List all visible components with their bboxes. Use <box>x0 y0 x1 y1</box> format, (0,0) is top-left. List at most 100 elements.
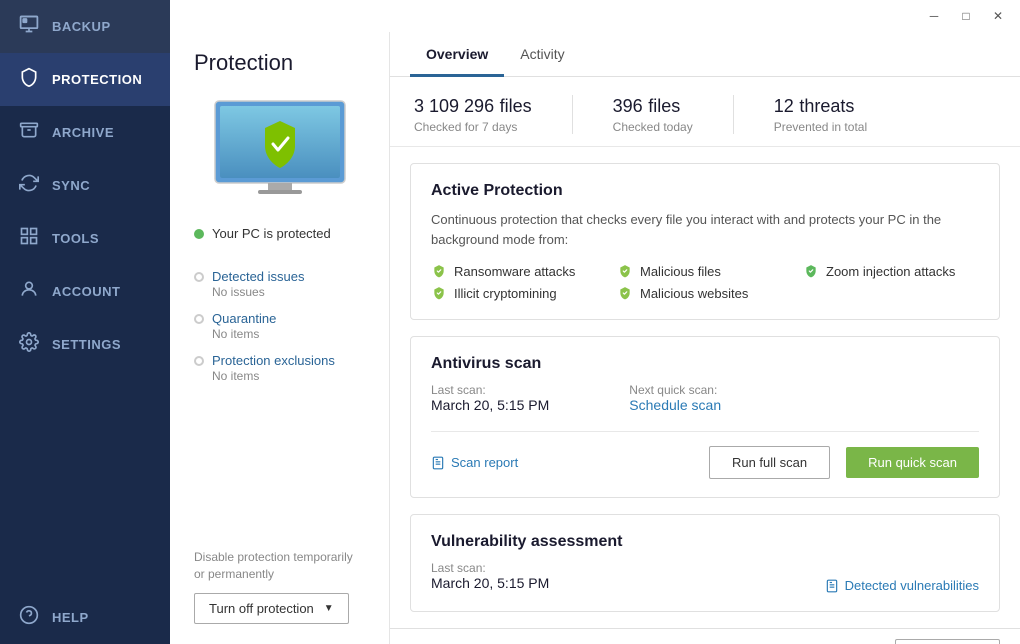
stat-divider-1 <box>572 95 573 134</box>
monitor-image <box>170 86 389 220</box>
feature-label-malicious-files: Malicious files <box>640 264 721 279</box>
shield-yellow-icon-4 <box>617 285 633 301</box>
feature-label-cryptomining: Illicit cryptomining <box>454 286 557 301</box>
content-area: Protection <box>170 32 1020 644</box>
feature-label-zoom: Zoom injection attacks <box>826 264 955 279</box>
tools-icon <box>18 226 40 251</box>
sidebar-item-sync[interactable]: SYNC <box>0 159 170 212</box>
antivirus-scan-title: Antivirus scan <box>431 355 979 373</box>
sidebar-item-protection[interactable]: PROTECTION <box>0 53 170 106</box>
run-quick-scan-button[interactable]: Run quick scan <box>846 447 979 478</box>
protected-badge: Your PC is protected <box>170 220 389 255</box>
active-protection-desc: Continuous protection that checks every … <box>431 210 979 249</box>
main-area: ─ □ ✕ Protection <box>170 0 1020 644</box>
shield-yellow-icon-1 <box>431 263 447 279</box>
detected-issues-sub: No issues <box>212 285 365 299</box>
shield-yellow-icon-2 <box>617 263 633 279</box>
scan-actions: Scan report Run full scan Run quick scan <box>431 431 979 479</box>
tab-overview[interactable]: Overview <box>410 32 504 77</box>
sidebar-item-label-account: ACCOUNT <box>52 284 121 299</box>
detected-vulnerabilities-link[interactable]: Detected vulnerabilities <box>825 578 979 593</box>
sidebar-item-label-settings: SETTINGS <box>52 337 121 352</box>
settings-button[interactable]: Settings <box>895 639 1000 644</box>
turn-off-button[interactable]: Turn off protection ▼ <box>194 593 349 624</box>
feature-zoom-injection: Zoom injection attacks <box>803 263 979 279</box>
active-protection-title: Active Protection <box>431 182 979 200</box>
turn-off-label: Turn off protection <box>209 601 314 616</box>
last-scan-date: March 20, 5:15 PM <box>431 397 549 413</box>
archive-icon <box>18 120 40 145</box>
sidebar-item-tools[interactable]: TOOLS <box>0 212 170 265</box>
protection-icon <box>18 67 40 92</box>
titlebar: ─ □ ✕ <box>170 0 1020 32</box>
scan-report-link[interactable]: Scan report <box>431 455 518 470</box>
bottom-bar: Settings <box>390 628 1020 644</box>
tab-activity[interactable]: Activity <box>504 32 580 77</box>
vuln-last-scan-info: Last scan: March 20, 5:15 PM <box>431 561 549 593</box>
run-full-scan-button[interactable]: Run full scan <box>709 446 830 479</box>
minimize-button[interactable]: ─ <box>920 5 948 27</box>
feature-cryptomining: Illicit cryptomining <box>431 285 607 301</box>
menu-item-exclusions[interactable]: Protection exclusions No items <box>170 347 389 389</box>
feature-ransomware: Ransomware attacks <box>431 263 607 279</box>
vulnerability-title: Vulnerability assessment <box>431 533 979 551</box>
stat-files-7days: 3 109 296 files Checked for 7 days <box>414 95 532 134</box>
page-title: Protection <box>170 32 389 86</box>
stat-label-7days: Checked for 7 days <box>414 120 532 134</box>
stat-threats: 12 threats Prevented in total <box>774 95 867 134</box>
close-button[interactable]: ✕ <box>984 5 1012 27</box>
menu-circle-icon <box>194 272 204 282</box>
feature-label-ransomware: Ransomware attacks <box>454 264 575 279</box>
last-scan-label: Last scan: <box>431 383 549 397</box>
help-icon <box>18 605 40 630</box>
last-scan-info: Last scan: March 20, 5:15 PM <box>431 383 549 415</box>
stat-files-today: 396 files Checked today <box>613 95 693 134</box>
shield-green-icon <box>803 263 819 279</box>
sidebar-item-settings[interactable]: SETTINGS <box>0 318 170 371</box>
antivirus-scan-card: Antivirus scan Last scan: March 20, 5:15… <box>410 336 1000 498</box>
scan-report-label: Scan report <box>451 455 518 470</box>
maximize-button[interactable]: □ <box>952 5 980 27</box>
sidebar-item-label-help: HELP <box>52 610 89 625</box>
sidebar: BACKUP PROTECTION ARCHIVE SYNC TOOLS ACC… <box>0 0 170 644</box>
left-bottom: Disable protection temporarily or perman… <box>170 533 389 644</box>
exclusions-label: Protection exclusions <box>212 353 335 368</box>
menu-circle-icon-2 <box>194 314 204 324</box>
next-scan-label: Next quick scan: <box>629 383 721 397</box>
stats-row: 3 109 296 files Checked for 7 days 396 f… <box>390 77 1020 147</box>
next-scan-info: Next quick scan: Schedule scan <box>629 383 721 415</box>
sidebar-item-account[interactable]: ACCOUNT <box>0 265 170 318</box>
stat-label-today: Checked today <box>613 120 693 134</box>
menu-item-quarantine[interactable]: Quarantine No items <box>170 305 389 347</box>
feature-malicious-websites: Malicious websites <box>617 285 793 301</box>
sidebar-item-label-backup: BACKUP <box>52 19 111 34</box>
vuln-last-scan-date: March 20, 5:15 PM <box>431 575 549 591</box>
sidebar-item-label-tools: TOOLS <box>52 231 99 246</box>
quarantine-sub: No items <box>212 327 365 341</box>
schedule-scan-link[interactable]: Schedule scan <box>629 397 721 413</box>
left-menu: Detected issues No issues Quarantine No … <box>170 255 389 397</box>
menu-item-detected-issues[interactable]: Detected issues No issues <box>170 263 389 305</box>
disable-text: Disable protection temporarily or perman… <box>194 549 365 583</box>
sidebar-item-label-archive: ARCHIVE <box>52 125 114 140</box>
quarantine-label: Quarantine <box>212 311 276 326</box>
settings-icon <box>18 332 40 357</box>
chevron-down-icon: ▼ <box>324 603 334 614</box>
vulnerability-card: Vulnerability assessment Last scan: Marc… <box>410 514 1000 612</box>
stat-divider-2 <box>733 95 734 134</box>
backup-icon <box>18 14 40 39</box>
sidebar-item-backup[interactable]: BACKUP <box>0 0 170 53</box>
vuln-report-icon <box>825 579 839 593</box>
tab-bar: Overview Activity <box>390 32 1020 77</box>
cards-area: Active Protection Continuous protection … <box>390 147 1020 628</box>
sync-icon <box>18 173 40 198</box>
account-icon <box>18 279 40 304</box>
features-grid: Ransomware attacks Malicious files <box>431 263 979 301</box>
sidebar-item-archive[interactable]: ARCHIVE <box>0 106 170 159</box>
sidebar-item-help[interactable]: HELP <box>0 591 170 644</box>
stat-value-threats: 12 threats <box>774 95 867 118</box>
protected-text: Your PC is protected <box>212 226 331 241</box>
sidebar-item-label-sync: SYNC <box>52 178 90 193</box>
detected-vuln-label: Detected vulnerabilities <box>845 578 979 593</box>
detected-issues-label: Detected issues <box>212 269 305 284</box>
